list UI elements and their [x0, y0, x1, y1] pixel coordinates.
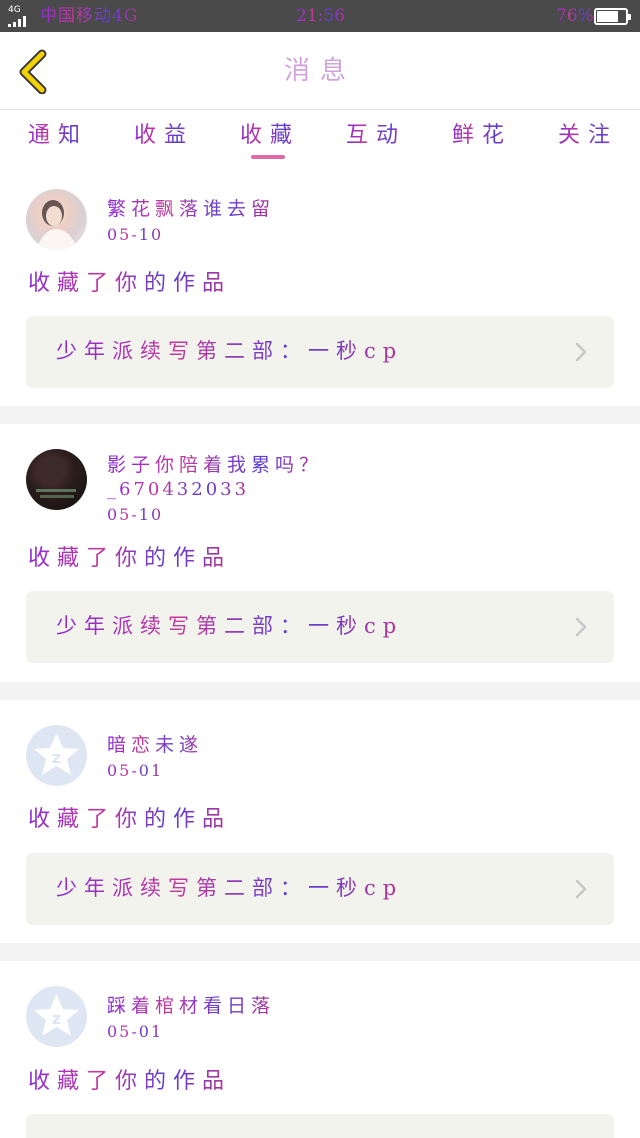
- tab-follows[interactable]: 关注: [558, 121, 618, 169]
- active-tab-indicator: [251, 155, 285, 159]
- tab-bar: 通知 收益 收藏 互动 鲜花 关注: [0, 111, 640, 169]
- message-action: 收藏了你的作品: [28, 269, 231, 299]
- tab-label: 收藏: [240, 121, 300, 151]
- carrier-name: 中国移动4G: [40, 6, 139, 26]
- user-photo: [36, 459, 76, 498]
- work-link[interactable]: 少年派续写第二部：一秒cp: [26, 591, 614, 663]
- svg-text:z: z: [52, 1009, 61, 1028]
- user-name[interactable]: 影子你陪着我累吗？: [107, 452, 323, 478]
- tab-notifications[interactable]: 通知: [28, 121, 88, 169]
- tab-favorites[interactable]: 收藏: [240, 121, 300, 169]
- user-photo: [36, 200, 78, 250]
- divider: [0, 943, 640, 961]
- tab-label: 鲜花: [452, 121, 512, 151]
- work-link[interactable]: 少年派续写第二部：一秒cp: [26, 853, 614, 925]
- message-item: 影子你陪着我累吗？ _670432033 05-10 收藏了你的作品 少年派续写…: [0, 424, 640, 682]
- message-item: 繁花飘落谁去留 05-10 收藏了你的作品 少年派续写第二部：一秒cp: [0, 169, 640, 406]
- tab-label: 互动: [346, 121, 406, 151]
- default-avatar-icon: z: [34, 994, 79, 1036]
- page-title: 消息: [0, 54, 640, 88]
- message-date: 05-01: [107, 761, 164, 780]
- tab-label: 通知: [28, 121, 88, 151]
- message-action: 收藏了你的作品: [28, 544, 231, 574]
- message-item: z 踩着棺材看日落 05-01 收藏了你的作品: [0, 961, 640, 1138]
- divider: [0, 682, 640, 700]
- status-bar: 4G 中国移动4G 21:56 76%: [0, 0, 640, 32]
- status-time: 21:56: [296, 6, 345, 26]
- message-date: 05-10: [107, 225, 164, 244]
- tab-label: 关注: [558, 121, 618, 151]
- message-action: 收藏了你的作品: [28, 1067, 231, 1097]
- work-title: 少年派续写第二部：一秒cp: [56, 336, 403, 366]
- user-name-suffix: _670432033: [107, 479, 250, 500]
- message-date: 05-01: [107, 1022, 164, 1041]
- user-name[interactable]: 踩着棺材看日落: [107, 993, 275, 1019]
- svg-text:z: z: [52, 748, 61, 767]
- chevron-right-icon: [575, 617, 587, 637]
- tab-label: 收益: [134, 121, 194, 151]
- battery-icon: [594, 8, 631, 25]
- tab-interactions[interactable]: 互动: [346, 121, 406, 169]
- network-type: 4G: [8, 5, 21, 15]
- avatar[interactable]: z: [26, 725, 87, 786]
- battery-percent: 76%: [556, 6, 594, 26]
- divider: [0, 406, 640, 424]
- work-title: 少年派续写第二部：一秒cp: [56, 873, 403, 903]
- work-title: 少年派续写第二部：一秒cp: [56, 611, 403, 641]
- signal-icon: 4G: [8, 5, 36, 27]
- avatar[interactable]: [26, 449, 87, 510]
- chevron-right-icon: [575, 342, 587, 362]
- work-link[interactable]: 少年派续写第二部：一秒cp: [26, 316, 614, 388]
- message-item: z 暗恋未遂 05-01 收藏了你的作品 少年派续写第二部：一秒cp: [0, 700, 640, 943]
- default-avatar-icon: z: [34, 733, 79, 775]
- navigation-header: 消息: [0, 32, 640, 110]
- user-name[interactable]: 暗恋未遂: [107, 732, 203, 758]
- user-name[interactable]: 繁花飘落谁去留: [107, 196, 275, 222]
- tab-earnings[interactable]: 收益: [134, 121, 194, 169]
- tab-flowers[interactable]: 鲜花: [452, 121, 512, 169]
- message-action: 收藏了你的作品: [28, 805, 231, 835]
- message-date: 05-10: [107, 505, 164, 524]
- avatar[interactable]: [26, 189, 87, 250]
- chevron-right-icon: [575, 879, 587, 899]
- avatar[interactable]: z: [26, 986, 87, 1047]
- work-link[interactable]: [26, 1114, 614, 1138]
